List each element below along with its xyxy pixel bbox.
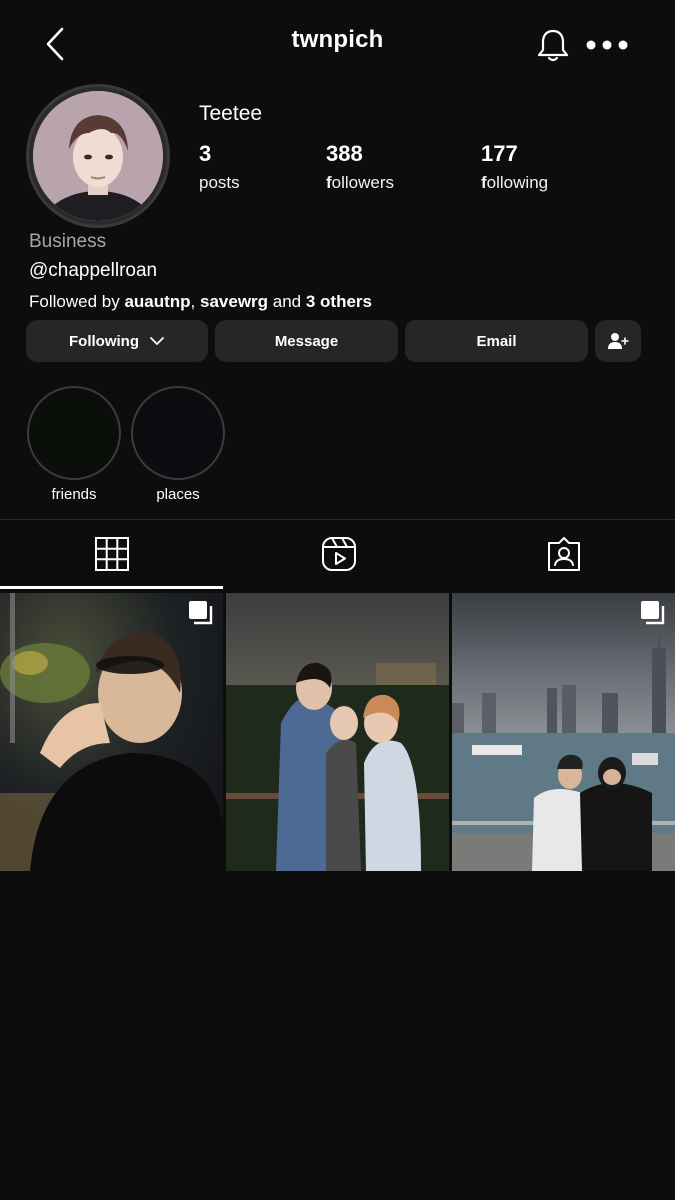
post-thumbnail-3[interactable] (452, 593, 675, 871)
chevron-down-icon (150, 337, 164, 345)
following-label[interactable]: following (481, 173, 548, 193)
bell-icon (537, 29, 569, 62)
message-button-label: Message (274, 332, 339, 350)
highlight-label: friends (51, 486, 97, 503)
tab-posts-grid[interactable] (92, 534, 132, 574)
post-image (452, 593, 675, 871)
tabs-divider (0, 519, 675, 520)
profile-avatar[interactable] (26, 84, 170, 228)
highlight-friends[interactable] (27, 386, 121, 480)
message-button[interactable]: Message (215, 320, 398, 362)
tagged-icon (548, 537, 580, 571)
add-user-button[interactable] (595, 320, 641, 362)
grid-icon (95, 537, 129, 571)
following-button[interactable]: Following (26, 320, 208, 362)
avatar-photo (33, 91, 163, 221)
email-button[interactable]: Email (405, 320, 588, 362)
post-image (0, 593, 223, 871)
profile-bio-handle[interactable]: @chappellroan (29, 260, 157, 282)
email-button-label: Email (476, 332, 517, 350)
person-add-icon (608, 333, 629, 349)
active-tab-indicator (0, 586, 223, 589)
tab-tagged[interactable] (544, 534, 584, 574)
multiple-photos-icon (641, 601, 665, 625)
followers-count[interactable]: 388 (326, 141, 363, 167)
more-options-button[interactable] (584, 30, 630, 60)
display-name: Teetee (199, 102, 263, 125)
following-count[interactable]: 177 (481, 141, 518, 167)
posts-count: 3 (199, 141, 212, 166)
tab-reels[interactable] (319, 534, 359, 574)
post-thumbnail-2[interactable] (226, 593, 449, 871)
posts-label: posts (199, 173, 240, 192)
post-thumbnail-1[interactable] (0, 593, 223, 871)
multiple-photos-icon (189, 601, 213, 625)
followers-label[interactable]: followers (326, 173, 394, 193)
highlight-label: places (156, 486, 200, 503)
following-button-label: Following (69, 332, 139, 350)
reels-icon (322, 537, 356, 571)
highlight-places[interactable] (131, 386, 225, 480)
profile-category: Business (29, 231, 107, 252)
profile-username: twnpich (291, 26, 384, 53)
followed-by-text[interactable]: Followed by auautnp, savewrg and 3 other… (29, 292, 372, 312)
highlight-cover (33, 392, 115, 474)
more-horizontal-icon (586, 40, 628, 50)
post-image (226, 593, 449, 871)
notifications-button[interactable] (534, 26, 572, 64)
highlight-cover (137, 392, 219, 474)
